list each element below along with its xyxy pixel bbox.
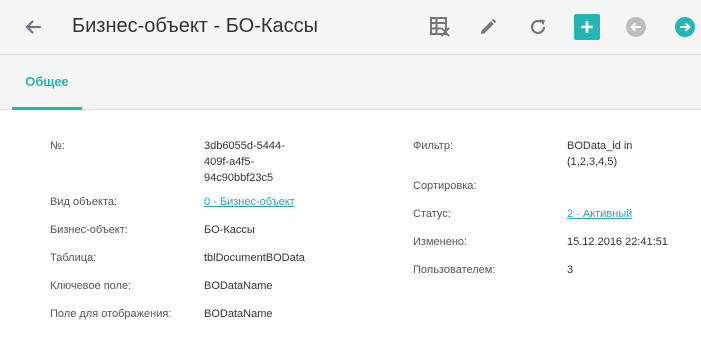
field-label-table: Таблица: [50, 252, 97, 264]
field-value-key-field: BODataName [204, 280, 273, 292]
refresh-button[interactable] [525, 14, 551, 40]
status-link[interactable]: 2 - Активный [567, 206, 632, 222]
field-value-filter: BOData_id in (1,2,3,4,5) [567, 138, 632, 170]
field-value-user: 3 [567, 264, 574, 276]
field-label-user: Пользователем: [413, 264, 496, 276]
field-label-filter: Фильтр: [413, 140, 454, 152]
object-type-link[interactable]: 0 - Бизнес-объект [204, 194, 295, 210]
field-value-modified: 15.12.2016 22:41:51 [567, 236, 668, 248]
page-title: Бизнес-объект - БО-Кассы [72, 15, 319, 37]
field-label-key-field: Ключевое поле: [50, 280, 132, 292]
edit-button[interactable] [475, 14, 501, 40]
field-label-object-type: Вид объекта: [50, 196, 118, 208]
header-bar: Бизнес-объект - БО-Кассы [0, 0, 701, 55]
prev-record-icon [626, 17, 646, 37]
field-value-table: tblDocumentBOData [204, 252, 305, 264]
previous-record-button[interactable] [623, 14, 649, 40]
refresh-icon [530, 19, 546, 35]
field-label-modified: Изменено: [413, 236, 468, 248]
clear-table-button[interactable] [427, 14, 453, 40]
filter-line: BOData_id in [567, 140, 633, 152]
number-line: 409f-a4f5- [204, 156, 255, 168]
field-label-status: Статус: [413, 208, 451, 220]
tab-general[interactable]: Общее [12, 55, 82, 110]
next-record-button[interactable] [672, 14, 698, 40]
field-label-display-field: Поле для отображения: [50, 308, 172, 320]
field-label-sort: Сортировка: [413, 180, 477, 192]
number-line: 3db6055d-5444- [204, 140, 285, 152]
next-record-icon [675, 17, 695, 37]
table-remove-icon [430, 17, 450, 37]
number-line: 94c90bbf23c5 [204, 172, 274, 184]
field-label-number: №: [50, 140, 65, 152]
field-label-business-object: Бизнес-объект: [50, 224, 128, 236]
back-button[interactable] [20, 14, 46, 40]
add-button[interactable] [574, 14, 600, 40]
pencil-icon [481, 18, 497, 34]
filter-line: (1,2,3,4,5) [567, 156, 618, 168]
tab-bar: Общее [0, 55, 701, 110]
field-value-display-field: BODataName [204, 308, 273, 320]
field-value-number: 3db6055d-5444- 409f-a4f5- 94c90bbf23c5 [204, 138, 285, 186]
field-value-business-object: БО-Кассы [204, 224, 255, 236]
arrow-left-icon [25, 20, 42, 34]
plus-icon [581, 21, 593, 33]
